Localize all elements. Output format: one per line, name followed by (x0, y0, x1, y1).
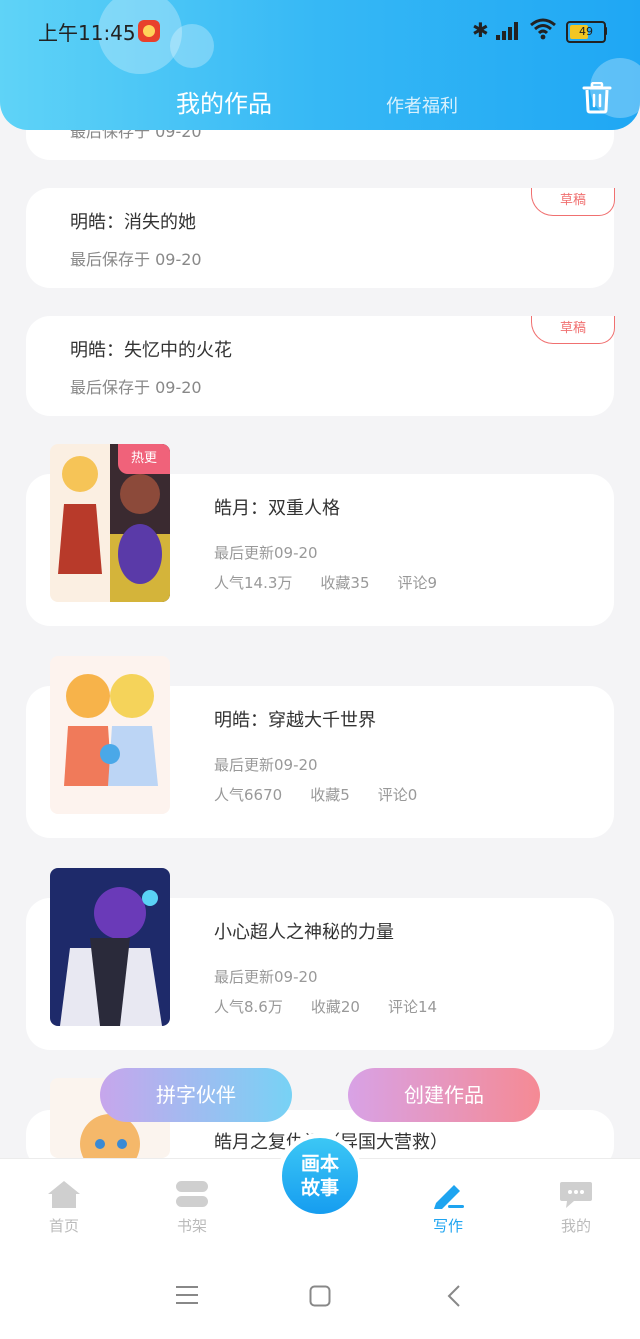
favorites: 收藏35 (320, 574, 370, 592)
nav-write[interactable]: 写作 (408, 1179, 488, 1236)
tab-my-works[interactable]: 我的作品 (176, 84, 272, 119)
bookshelf-icon (174, 1179, 210, 1209)
work-updated: 最后更新09-20 (214, 968, 318, 986)
draft-badge: 草稿 (531, 188, 615, 216)
home-icon (46, 1179, 82, 1209)
word-partner-button[interactable]: 拼字伙伴 (100, 1068, 292, 1122)
favorites: 收藏20 (310, 998, 360, 1016)
pen-icon (430, 1179, 466, 1209)
picture-story-line2: 故事 (300, 1177, 339, 1199)
app-header: 上午11:45 ✱ 49 我的作品 作者福利 (0, 0, 640, 130)
nav-home[interactable]: 首页 (24, 1179, 104, 1236)
nav-shelf-label: 书架 (176, 1217, 207, 1235)
system-nav-bar (0, 1255, 640, 1339)
work-stats: 人气8.6万 收藏20 评论14 (214, 996, 437, 1017)
popularity: 人气8.6万 (214, 998, 283, 1016)
work-title: 明皓：穿越大千世界 (214, 710, 376, 731)
nav-write-label: 写作 (432, 1217, 463, 1235)
battery-level: 49 (579, 25, 593, 38)
home-square-icon[interactable] (309, 1285, 331, 1311)
bottom-nav: 首页 书架 画本 故事 写作 我的 (0, 1133, 640, 1255)
work-updated: 最后更新09-20 (214, 544, 318, 562)
comments: 评论14 (387, 998, 438, 1016)
nav-shelf[interactable]: 书架 (152, 1179, 232, 1236)
create-work-button[interactable]: 创建作品 (348, 1068, 540, 1122)
draft-meta: 最后保存于 09-20 (70, 378, 202, 397)
nav-mine-label: 我的 (560, 1217, 591, 1235)
nav-mine[interactable]: 我的 (536, 1179, 616, 1236)
work-cover-image[interactable] (50, 656, 170, 814)
draft-title: 明皓：消失的她 (70, 212, 196, 233)
popularity: 人气6670 (214, 786, 283, 804)
comments: 评论0 (377, 786, 418, 804)
work-title: 小心超人之神秘的力量 (214, 922, 394, 943)
picture-story-line1: 画本 (300, 1153, 339, 1175)
draft-title: 明皓：失忆中的火花 (70, 340, 232, 361)
favorites: 收藏5 (310, 786, 350, 804)
chat-bubble-icon (558, 1179, 594, 1209)
popularity: 人气14.3万 (214, 574, 293, 592)
battery-icon: 49 (566, 21, 606, 43)
draft-badge: 草稿 (531, 316, 615, 344)
comments: 评论9 (397, 574, 438, 592)
work-stats: 人气6670 收藏5 评论0 (214, 784, 417, 805)
work-title: 皓月：双重人格 (214, 498, 340, 519)
draft-card[interactable]: 明皓：失忆中的火花 最后保存于 09-20 草稿 (26, 316, 615, 416)
picture-story-button[interactable]: 画本 故事 (277, 1133, 363, 1219)
work-stats: 人气14.3万 收藏35 评论9 (214, 572, 437, 593)
draft-card[interactable]: 明皓：消失的她 最后保存于 09-20 草稿 (26, 188, 615, 288)
signal-icon (496, 22, 522, 40)
work-updated: 最后更新09-20 (214, 756, 318, 774)
nav-home-label: 首页 (48, 1217, 79, 1235)
hot-update-badge: 热更 (118, 444, 170, 474)
work-cover-image[interactable] (50, 868, 170, 1026)
bluetooth-icon: ✱ (472, 18, 489, 42)
app-notification-icon (138, 20, 160, 42)
menu-icon[interactable] (176, 1285, 198, 1309)
status-time: 上午11:45 (38, 21, 136, 45)
draft-meta: 最后保存于 09-20 (70, 250, 202, 269)
wifi-icon (530, 18, 556, 46)
status-bar: 上午11:45 ✱ 49 (0, 14, 640, 50)
trash-icon[interactable] (582, 81, 612, 114)
tab-author-benefits[interactable]: 作者福利 (386, 92, 458, 118)
back-icon[interactable] (446, 1285, 462, 1311)
